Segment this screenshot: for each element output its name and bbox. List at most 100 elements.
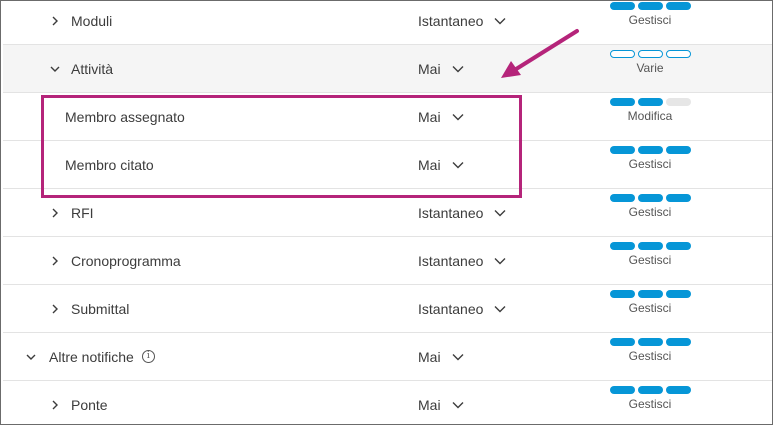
permission-indicator: Gestisci	[601, 2, 699, 27]
permission-pill	[637, 386, 663, 394]
permission-label: Gestisci	[628, 205, 672, 219]
table-row-attivita[interactable]: Attività Mai Varie	[3, 45, 772, 93]
chevron-right-icon[interactable]	[47, 13, 63, 29]
permission-indicator: Gestisci	[601, 338, 699, 363]
permission-pill	[609, 2, 635, 10]
permission-pill	[665, 98, 691, 106]
permission-label: Gestisci	[628, 13, 672, 27]
chevron-down-icon	[494, 209, 506, 216]
permission-pill	[665, 386, 691, 394]
row-label: Moduli	[71, 12, 113, 29]
permission-pill	[609, 338, 635, 346]
permission-pill	[609, 50, 635, 58]
table-row-membro-assegnato[interactable]: Membro assegnato Mai Modifica	[3, 93, 772, 141]
row-label: Membro citato	[65, 156, 154, 173]
frequency-dropdown[interactable]: Mai	[418, 109, 465, 125]
frequency-value: Istantaneo	[418, 252, 484, 269]
frequency-value: Istantaneo	[418, 300, 484, 317]
permission-pill	[609, 242, 635, 250]
row-label-group: Altre notifiche i	[49, 349, 155, 365]
permission-label: Gestisci	[628, 253, 672, 267]
table-row-ponte[interactable]: Ponte Mai Gestisci	[3, 381, 772, 424]
chevron-right-icon[interactable]	[47, 397, 63, 413]
permission-label: Gestisci	[628, 157, 672, 171]
notification-settings-panel: Moduli Istantaneo Gestisci Attività Mai …	[0, 0, 773, 425]
permission-pill	[665, 338, 691, 346]
permission-indicator: Varie	[601, 50, 699, 75]
permission-pill	[637, 50, 663, 58]
row-label: Ponte	[71, 396, 108, 413]
permission-indicator: Gestisci	[601, 146, 699, 171]
permission-indicator: Gestisci	[601, 290, 699, 315]
chevron-down-icon	[452, 65, 464, 72]
row-label: Submittal	[71, 300, 130, 317]
permission-indicator: Gestisci	[601, 242, 699, 267]
permission-label: Varie	[636, 61, 664, 75]
permission-indicator: Modifica	[601, 98, 699, 123]
permission-pill	[637, 242, 663, 250]
chevron-down-icon[interactable]	[47, 61, 63, 77]
permission-pill	[637, 2, 663, 10]
frequency-dropdown[interactable]: Mai	[418, 397, 465, 413]
permission-pill	[609, 194, 635, 202]
permission-pill	[609, 290, 635, 298]
frequency-value: Mai	[418, 60, 441, 77]
table-row-altre-notifiche[interactable]: Altre notifiche i Mai Gestisci	[3, 333, 772, 381]
table-row-rfi[interactable]: RFI Istantaneo Gestisci	[3, 189, 772, 237]
info-icon[interactable]: i	[141, 350, 155, 363]
frequency-dropdown[interactable]: Istantaneo	[418, 205, 507, 221]
row-label: Attività	[71, 60, 114, 77]
permission-pill	[665, 194, 691, 202]
chevron-down-icon	[494, 17, 506, 24]
permission-pill	[665, 290, 691, 298]
frequency-value: Mai	[418, 396, 441, 413]
permission-label: Gestisci	[628, 349, 672, 363]
permission-pill	[637, 194, 663, 202]
frequency-dropdown[interactable]: Istantaneo	[418, 253, 507, 269]
frequency-dropdown[interactable]: Istantaneo	[418, 13, 507, 29]
frequency-value: Istantaneo	[418, 204, 484, 221]
frequency-dropdown[interactable]: Mai	[418, 349, 465, 365]
table-row-moduli[interactable]: Moduli Istantaneo Gestisci	[3, 1, 772, 45]
permission-label: Gestisci	[628, 397, 672, 411]
chevron-down-icon	[494, 305, 506, 312]
permission-pill	[637, 290, 663, 298]
frequency-dropdown[interactable]: Mai	[418, 157, 465, 173]
row-label: RFI	[71, 204, 94, 221]
permission-pill	[609, 146, 635, 154]
permission-pill	[665, 146, 691, 154]
permission-indicator: Gestisci	[601, 194, 699, 219]
permission-pill	[665, 2, 691, 10]
chevron-down-icon	[452, 353, 464, 360]
chevron-right-icon[interactable]	[47, 205, 63, 221]
permission-pill	[609, 98, 635, 106]
chevron-down-icon[interactable]	[23, 349, 39, 365]
chevron-right-icon[interactable]	[47, 253, 63, 269]
permission-pill	[665, 50, 691, 58]
chevron-down-icon	[452, 161, 464, 168]
frequency-dropdown[interactable]: Istantaneo	[418, 301, 507, 317]
chevron-down-icon	[452, 401, 464, 408]
chevron-right-icon[interactable]	[47, 301, 63, 317]
table-row-submittal[interactable]: Submittal Istantaneo Gestisci	[3, 285, 772, 333]
permission-pill	[665, 242, 691, 250]
row-label: Membro assegnato	[65, 108, 185, 125]
permission-label: Modifica	[627, 109, 673, 123]
chevron-down-icon	[452, 113, 464, 120]
permission-pill	[637, 98, 663, 106]
frequency-value: Mai	[418, 108, 441, 125]
permission-indicator: Gestisci	[601, 386, 699, 411]
permission-label: Gestisci	[628, 301, 672, 315]
table-row-cronoprogramma[interactable]: Cronoprogramma Istantaneo Gestisci	[3, 237, 772, 285]
frequency-value: Mai	[418, 348, 441, 365]
permission-pill	[637, 338, 663, 346]
frequency-dropdown[interactable]: Mai	[418, 61, 465, 77]
row-label: Cronoprogramma	[71, 252, 181, 269]
permission-pill	[637, 146, 663, 154]
row-label: Altre notifiche	[49, 348, 134, 365]
chevron-down-icon	[494, 257, 506, 264]
frequency-value: Istantaneo	[418, 12, 484, 29]
frequency-value: Mai	[418, 156, 441, 173]
permission-pill	[609, 386, 635, 394]
table-row-membro-citato[interactable]: Membro citato Mai Gestisci	[3, 141, 772, 189]
